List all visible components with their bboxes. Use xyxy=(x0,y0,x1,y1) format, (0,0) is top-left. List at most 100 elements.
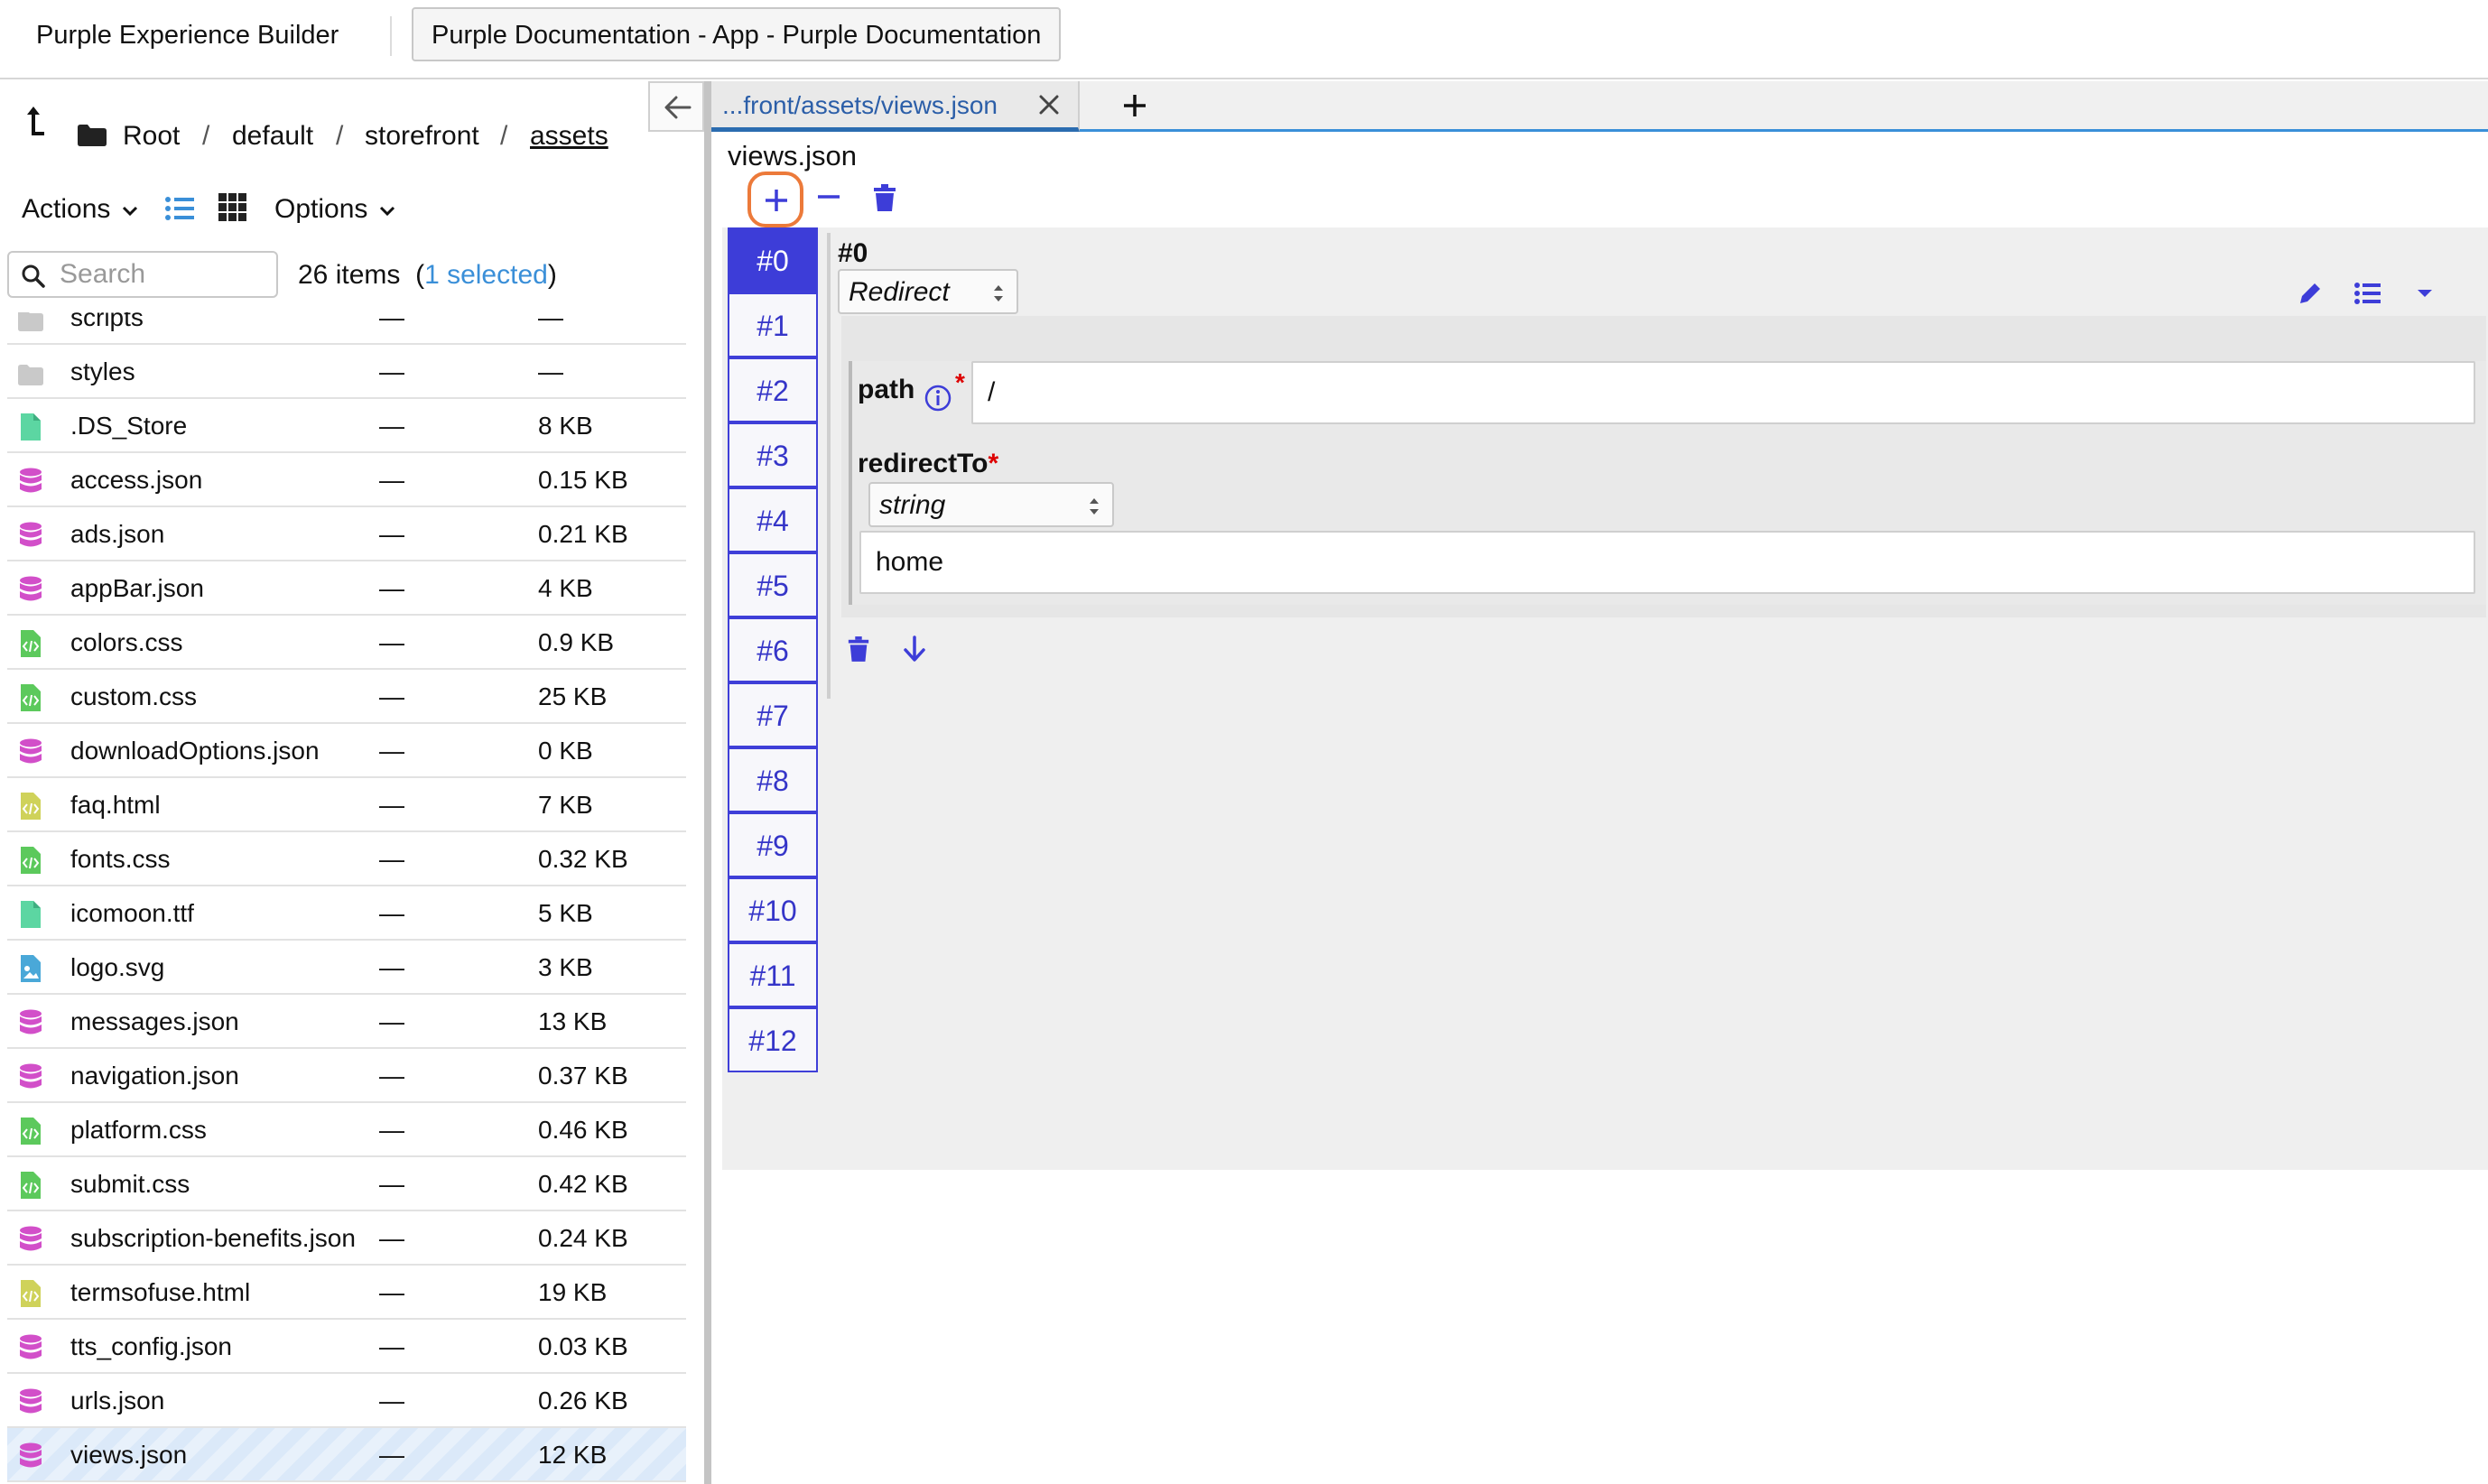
collapse-pane-button[interactable] xyxy=(648,81,704,132)
file-row[interactable]: urls.json — 0.26 KB xyxy=(7,1374,686,1428)
file-size: 3 KB xyxy=(538,953,593,981)
parent-folder-icon[interactable] xyxy=(23,103,51,139)
trash-icon[interactable] xyxy=(847,635,870,663)
array-index-button[interactable]: #7 xyxy=(728,682,818,747)
caret-down-icon[interactable] xyxy=(2416,287,2434,300)
file-row[interactable]: tts_config.json — 0.03 KB xyxy=(7,1320,686,1374)
file-row[interactable]: views.json — 12 KB xyxy=(7,1428,686,1482)
file-modified: — xyxy=(379,1170,404,1198)
chevron-down-icon xyxy=(379,206,395,217)
breadcrumb-assets[interactable]: assets xyxy=(530,119,608,153)
file-row[interactable]: downloadOptions.json — 0 KB xyxy=(7,724,686,778)
file-row[interactable]: .DS_Store — 8 KB xyxy=(7,399,686,453)
arrow-down-icon[interactable] xyxy=(903,635,926,663)
delete-array-button[interactable] xyxy=(859,172,915,227)
file-row[interactable]: ads.json — 0.21 KB xyxy=(7,507,686,561)
file-row[interactable]: platform.css — 0.46 KB xyxy=(7,1103,686,1157)
array-index-button[interactable]: #10 xyxy=(728,877,818,942)
actions-menu[interactable]: Actions xyxy=(22,191,138,227)
breadcrumb-default[interactable]: default xyxy=(232,119,313,153)
file-row[interactable]: scripts — — xyxy=(7,312,686,345)
array-index-button[interactable]: #11 xyxy=(728,942,818,1007)
breadcrumb-root[interactable]: Root xyxy=(123,119,180,153)
array-index-button[interactable]: #12 xyxy=(728,1007,818,1072)
file-name: urls.json xyxy=(70,1387,165,1414)
file-name: colors.css xyxy=(70,628,183,656)
file-row[interactable]: custom.css — 25 KB xyxy=(7,670,686,724)
remove-item-button[interactable] xyxy=(803,172,859,227)
document-button[interactable]: Purple Documentation - App - Purple Docu… xyxy=(412,7,1062,61)
new-tab-icon[interactable] xyxy=(1121,92,1148,119)
array-index-button[interactable]: #5 xyxy=(728,552,818,617)
file-modified: — xyxy=(379,1332,404,1360)
file-row[interactable]: messages.json — 13 KB xyxy=(7,995,686,1049)
json-editor: views.json #0 #1 #2 #3 #4 #5 #6 #7 #8 #9 #10 #11 #12… xyxy=(711,132,2488,1484)
item-count-text: 26 items xyxy=(298,260,401,290)
file-name: styles xyxy=(70,357,135,385)
file-name: navigation.json xyxy=(70,1062,239,1090)
tab-views-json[interactable]: ...front/assets/views.json xyxy=(711,81,1080,132)
file-row[interactable]: submit.css — 0.42 KB xyxy=(7,1157,686,1211)
array-index-button[interactable]: #4 xyxy=(728,487,818,552)
array-index-button[interactable]: #6 xyxy=(728,617,818,682)
grid-view-icon[interactable] xyxy=(218,193,247,222)
options-menu[interactable]: Options xyxy=(274,191,395,227)
add-item-button[interactable] xyxy=(747,172,803,227)
database-icon xyxy=(20,1063,42,1089)
file-row[interactable]: logo.svg — 3 KB xyxy=(7,941,686,995)
file-modified: — xyxy=(379,953,404,981)
file-row[interactable]: icomoon.ttf — 5 KB xyxy=(7,886,686,941)
top-bar-divider xyxy=(390,16,392,56)
info-icon[interactable] xyxy=(924,385,952,412)
file-size: 0.15 KB xyxy=(538,466,628,494)
array-index-button[interactable]: #1 xyxy=(728,292,818,357)
file-name: fonts.css xyxy=(70,845,171,873)
array-index-button[interactable]: #3 xyxy=(728,422,818,487)
properties-list-icon[interactable] xyxy=(2354,282,2381,305)
pane-splitter[interactable] xyxy=(704,81,711,1484)
code-file-icon xyxy=(21,630,41,657)
item-count: 26 items (1 selected) xyxy=(298,260,557,290)
file-size: 0.03 KB xyxy=(538,1332,628,1360)
file-row[interactable]: fonts.css — 0.32 KB xyxy=(7,832,686,886)
breadcrumb-storefront[interactable]: storefront xyxy=(365,119,479,153)
redirectto-type-select[interactable]: string xyxy=(868,482,1114,527)
item-type-select[interactable]: Redirect xyxy=(838,269,1018,314)
array-index-button[interactable]: #2 xyxy=(728,357,818,422)
array-index-button[interactable]: #8 xyxy=(728,747,818,812)
file-name: scripts xyxy=(70,312,144,331)
file-row[interactable]: colors.css — 0.9 KB xyxy=(7,616,686,670)
chevron-down-icon xyxy=(122,206,137,217)
file-row[interactable]: styles — — xyxy=(7,345,686,399)
list-view-icon[interactable] xyxy=(164,193,195,224)
file-size: 8 KB xyxy=(538,412,593,440)
file-row[interactable]: appBar.json — 4 KB xyxy=(7,561,686,616)
file-row[interactable]: termsofuse.html — 19 KB xyxy=(7,1266,686,1320)
close-icon[interactable] xyxy=(1038,94,1060,116)
file-row[interactable]: navigation.json — 0.37 KB xyxy=(7,1049,686,1103)
file-name: views.json xyxy=(70,1441,188,1469)
redirectto-input[interactable]: home xyxy=(859,531,2475,594)
edit-icon[interactable] xyxy=(2297,280,2324,307)
database-icon xyxy=(20,522,42,547)
actions-label: Actions xyxy=(22,194,111,224)
search-icon xyxy=(22,264,45,288)
file-size: — xyxy=(538,312,563,331)
selected-count[interactable]: 1 selected xyxy=(424,260,548,290)
tab-strip: ...front/assets/views.json xyxy=(711,81,2488,132)
array-index-button[interactable]: #0 xyxy=(728,227,818,292)
array-index-button[interactable]: #9 xyxy=(728,812,818,877)
file-modified: — xyxy=(379,737,404,765)
file-name: messages.json xyxy=(70,1007,239,1035)
file-size: 0.21 KB xyxy=(538,520,628,548)
file-row[interactable]: access.json — 0.15 KB xyxy=(7,453,686,507)
file-size: 0.9 KB xyxy=(538,628,615,656)
search-input[interactable] xyxy=(60,258,267,291)
database-icon xyxy=(20,1226,42,1251)
file-row[interactable]: subscription-benefits.json — 0.24 KB xyxy=(7,1211,686,1266)
path-input[interactable]: / xyxy=(971,361,2475,424)
file-name: subscription-benefits.json xyxy=(70,1224,356,1252)
file-row[interactable]: faq.html — 7 KB xyxy=(7,778,686,832)
item-title: #0 xyxy=(838,238,868,268)
code-file-icon xyxy=(21,1172,41,1199)
